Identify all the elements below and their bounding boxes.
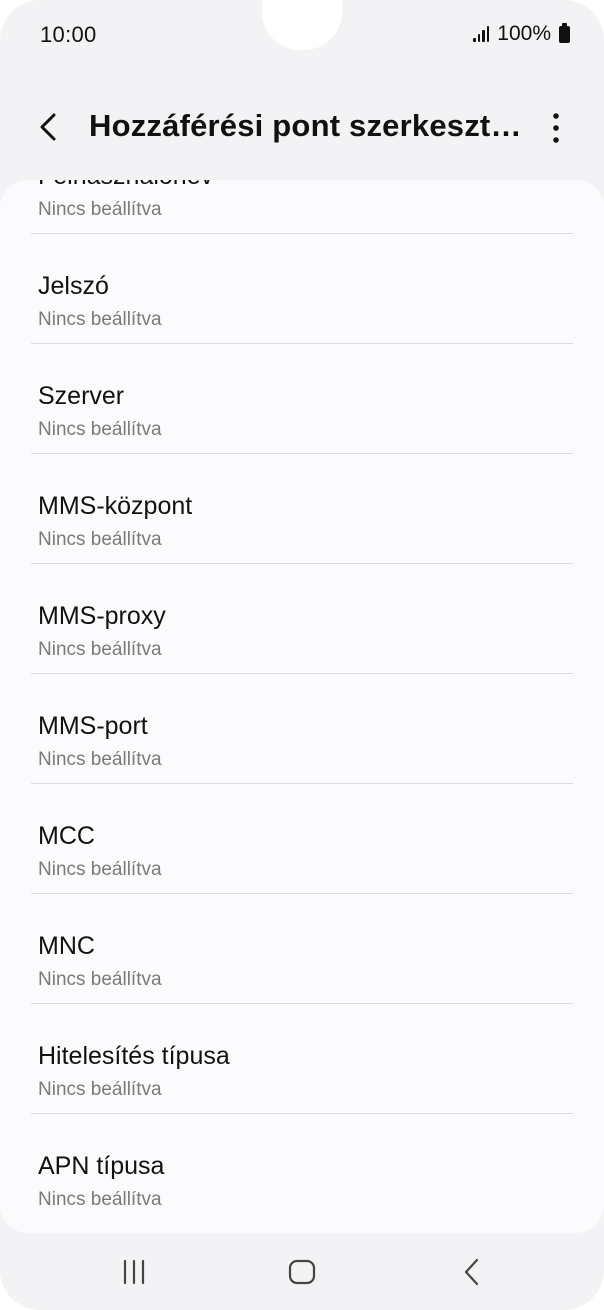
list-item-username[interactable]: Felhasználónév Nincs beállítva [0, 180, 604, 233]
list-item-mmsc[interactable]: MMS-központ Nincs beállítva [0, 454, 604, 563]
list-item-mms-port[interactable]: MMS-port Nincs beállítva [0, 674, 604, 783]
list-item-value: Nincs beállítva [38, 749, 162, 770]
settings-list: Felhasználónév Nincs beállítva Jelszó Ni… [0, 180, 604, 1223]
list-item-title: MMS-központ [38, 492, 193, 520]
list-item-password[interactable]: Jelszó Nincs beállítva [0, 234, 604, 343]
list-item-title: Hitelesítés típusa [38, 1042, 230, 1070]
recent-apps-icon[interactable] [114, 1257, 154, 1287]
list-item-value: Nincs beállítva [38, 529, 162, 550]
list-item-server[interactable]: Szerver Nincs beállítva [0, 344, 604, 453]
home-icon[interactable] [282, 1257, 322, 1287]
more-options-icon[interactable] [544, 108, 568, 148]
navigation-bar [0, 1233, 604, 1310]
phone-screen: 10:00 100% Hozzáférési pont szerkesztése [0, 0, 604, 1310]
list-item-value: Nincs beállítva [38, 1189, 162, 1210]
back-icon[interactable] [452, 1257, 492, 1287]
list-item-title: APN típusa [38, 1152, 165, 1180]
list-item-title: MCC [38, 822, 95, 850]
status-time: 10:00 [40, 22, 97, 47]
app-bar: Hozzáférési pont szerkesztése [0, 96, 604, 166]
list-item-value: Nincs beállítva [38, 969, 162, 990]
list-item-mcc[interactable]: MCC Nincs beállítva [0, 784, 604, 893]
list-item-value: Nincs beállítva [38, 309, 162, 330]
status-bar: 10:00 100% [0, 0, 604, 72]
battery-icon [559, 22, 570, 43]
list-item-title: Szerver [38, 382, 125, 410]
list-item-title: Jelszó [38, 272, 109, 300]
list-item-mms-proxy[interactable]: MMS-proxy Nincs beállítva [0, 564, 604, 673]
list-item-title: MMS-proxy [38, 602, 166, 630]
list-item-value: Nincs beállítva [38, 1079, 162, 1100]
list-item-mnc[interactable]: MNC Nincs beállítva [0, 894, 604, 1003]
page-title: Hozzáférési pont szerkesztése [89, 108, 531, 143]
list-item-apn-type[interactable]: APN típusa Nincs beállítva [0, 1114, 604, 1223]
settings-card: Felhasználónév Nincs beállítva Jelszó Ni… [0, 180, 604, 1233]
list-item-value: Nincs beállítva [38, 859, 162, 880]
list-item-title: Felhasználónév [38, 180, 213, 191]
list-item-value: Nincs beállítva [38, 199, 162, 220]
list-item-title: MMS-port [38, 712, 148, 740]
list-item-auth-type[interactable]: Hitelesítés típusa Nincs beállítva [0, 1004, 604, 1113]
status-indicators: 100% [473, 22, 570, 46]
list-item-value: Nincs beállítva [38, 639, 162, 660]
battery-percentage: 100% [497, 22, 551, 45]
signal-icon [473, 26, 490, 42]
list-item-title: MNC [38, 932, 95, 960]
back-arrow-icon[interactable] [34, 110, 68, 144]
list-item-value: Nincs beállítva [38, 419, 162, 440]
